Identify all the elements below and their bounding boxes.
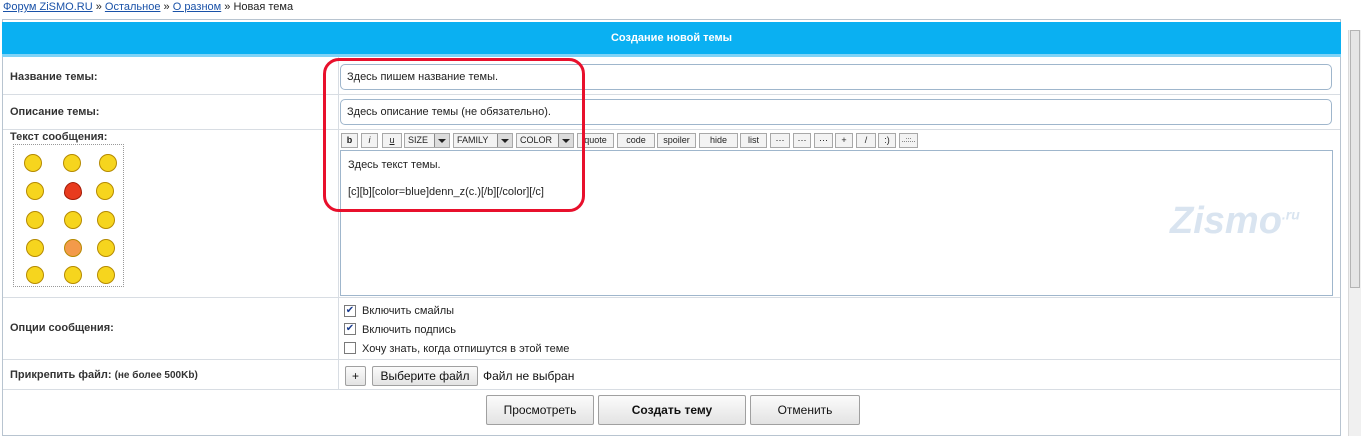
smiley-neutral-icon[interactable] bbox=[97, 239, 115, 257]
smiley-tongue-icon[interactable] bbox=[64, 266, 82, 284]
smiley-help-icon[interactable] bbox=[26, 211, 44, 229]
more-button[interactable]: ..:::.. bbox=[899, 133, 918, 148]
watermark-suffix: .ru bbox=[1281, 206, 1300, 223]
plus-button[interactable]: + bbox=[835, 133, 853, 148]
smiley-wave-icon[interactable] bbox=[24, 154, 42, 172]
smiley-dizzy-icon[interactable] bbox=[97, 266, 115, 284]
heart-icon[interactable] bbox=[64, 182, 82, 200]
enable-signature-checkbox[interactable]: ✔ bbox=[344, 323, 356, 335]
spoiler-button[interactable]: spoiler bbox=[657, 133, 696, 148]
breadcrumb-separator: » bbox=[163, 1, 170, 13]
breadcrumb-link-forum[interactable]: Форум ZiSMO.RU bbox=[3, 1, 93, 13]
enable-smilies-label: Включить смайлы bbox=[362, 305, 455, 317]
breadcrumb-link-misc[interactable]: О разном bbox=[173, 1, 222, 13]
slash-button[interactable]: / bbox=[856, 133, 876, 148]
cancel-button[interactable]: Отменить bbox=[750, 395, 860, 425]
attach-row bbox=[3, 360, 1340, 390]
toolbar-button-14[interactable]: ⋯ bbox=[814, 133, 833, 148]
toolbar-button-12[interactable]: ⋯ bbox=[770, 133, 790, 148]
attach-label-text: Прикрепить файл: bbox=[10, 369, 112, 381]
smiley-nerd-icon[interactable] bbox=[97, 211, 115, 229]
breadcrumb-separator: » bbox=[95, 1, 102, 13]
options-row bbox=[3, 298, 1340, 360]
code-button[interactable]: code bbox=[617, 133, 655, 148]
preview-button[interactable]: Просмотреть bbox=[486, 395, 594, 425]
file-status: Файл не выбран bbox=[483, 369, 575, 383]
smiley-cool-icon[interactable] bbox=[63, 154, 81, 172]
list-button[interactable]: list bbox=[740, 133, 767, 148]
breadcrumb-current: Новая тема bbox=[233, 1, 294, 13]
smiley-think-icon[interactable] bbox=[64, 211, 82, 229]
smiley-button[interactable]: :) bbox=[878, 133, 896, 148]
smiley-blush-icon[interactable] bbox=[64, 239, 82, 257]
smiley-sad-icon[interactable] bbox=[26, 239, 44, 257]
title-label: Название темы: bbox=[10, 71, 98, 83]
highlight-annotation bbox=[323, 58, 585, 212]
attach-label: Прикрепить файл: (не более 500Kb) bbox=[10, 369, 198, 381]
hide-button[interactable]: hide bbox=[699, 133, 738, 148]
options-label: Опции сообщения: bbox=[10, 322, 114, 334]
subscribe-checkbox[interactable] bbox=[344, 342, 356, 354]
attach-hint: (не более 500Kb) bbox=[114, 370, 198, 381]
breadcrumb-separator: » bbox=[224, 1, 231, 13]
toolbar-button-13[interactable]: ⋯ bbox=[793, 133, 811, 148]
watermark-text: Zismo bbox=[1170, 200, 1282, 242]
breadcrumb-link-other[interactable]: Остальное bbox=[105, 1, 161, 13]
page-scrollbar[interactable] bbox=[1348, 30, 1361, 436]
create-topic-button[interactable]: Создать тему bbox=[598, 395, 746, 425]
smiley-smile-icon[interactable] bbox=[26, 182, 44, 200]
zismo-watermark-logo: Zismo.ru bbox=[1170, 200, 1300, 243]
choose-file-button[interactable]: Выберите файл bbox=[372, 366, 478, 386]
smiley-shock-icon[interactable] bbox=[26, 266, 44, 284]
page-title: Создание новой темы bbox=[2, 22, 1341, 57]
breadcrumb: Форум ZiSMO.RU » Остальное » О разном » … bbox=[3, 1, 293, 13]
description-label: Описание темы: bbox=[10, 106, 100, 118]
smiley-wink-icon[interactable] bbox=[96, 182, 114, 200]
smilies-panel bbox=[13, 144, 124, 287]
message-label: Текст сообщения: bbox=[10, 131, 108, 143]
smiley-notes-icon[interactable] bbox=[99, 154, 117, 172]
enable-smilies-checkbox[interactable]: ✔ bbox=[344, 305, 356, 317]
add-file-button[interactable]: + bbox=[345, 366, 366, 386]
enable-signature-label: Включить подпись bbox=[362, 324, 456, 336]
scrollbar-thumb[interactable] bbox=[1350, 30, 1360, 288]
subscribe-label: Хочу знать, когда отпишутся в этой теме bbox=[362, 343, 570, 355]
